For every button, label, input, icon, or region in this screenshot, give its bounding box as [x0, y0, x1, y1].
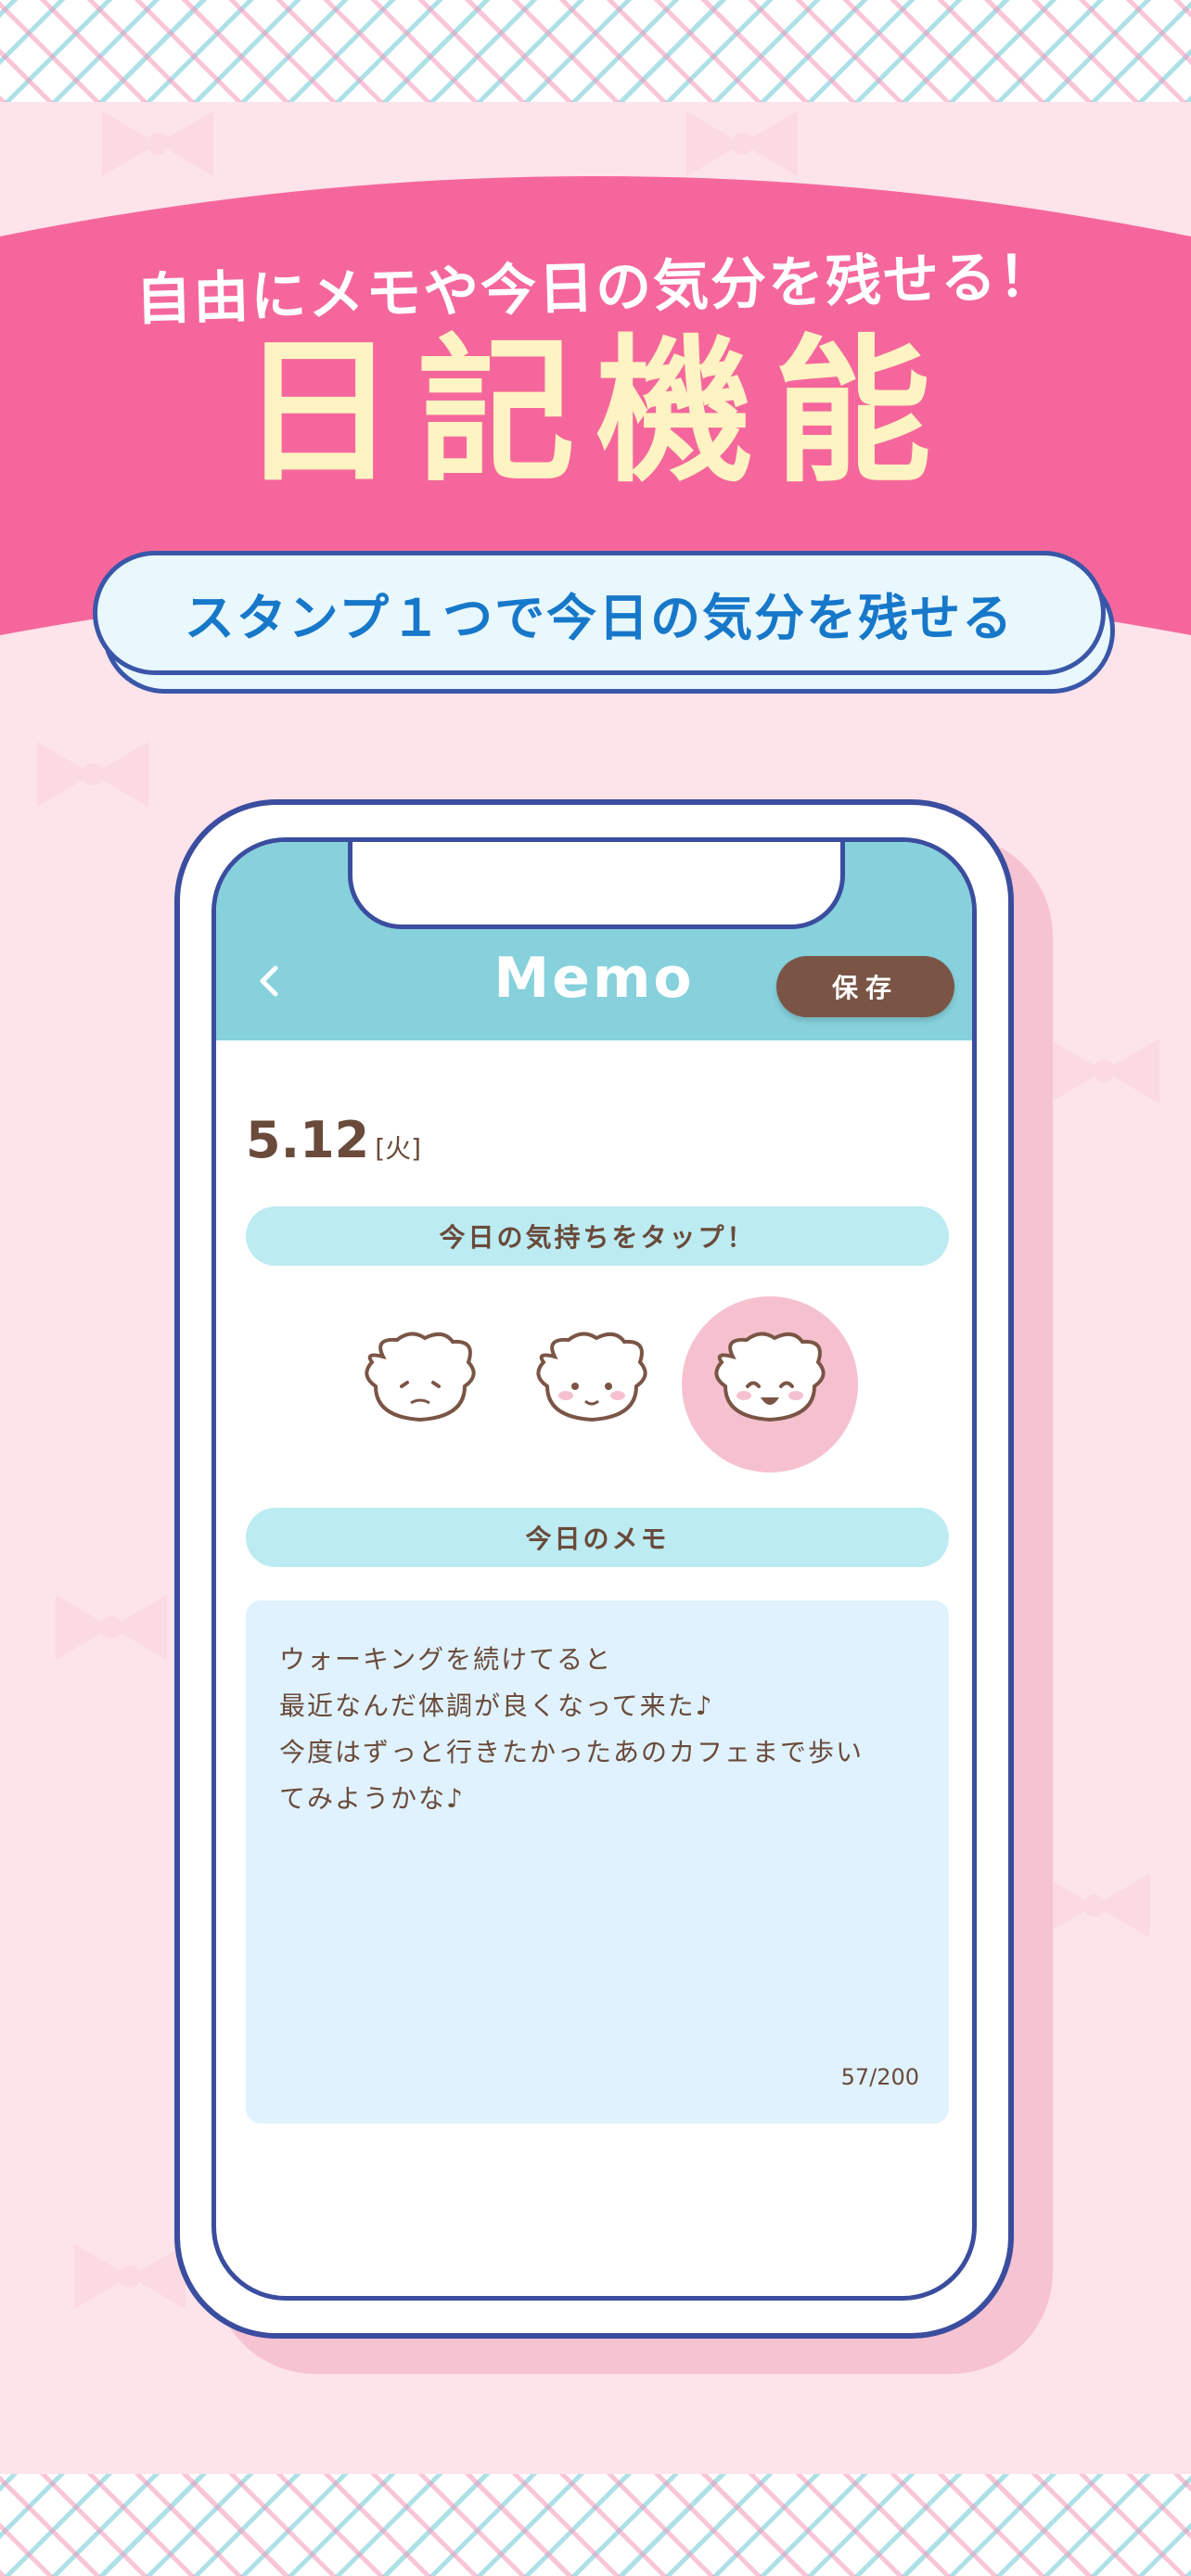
entry-date: 5.12 [火]	[246, 1111, 421, 1169]
happy-dog-icon	[714, 1332, 826, 1422]
memo-line: 最近なんだ体調が良くなって来た♪	[279, 1690, 714, 1721]
plaid-border-bottom	[0, 2474, 1191, 2576]
mood-section-label: 今日の気持ちをタップ！	[246, 1206, 949, 1266]
memo-section-label: 今日のメモ	[246, 1508, 949, 1567]
mood-selector	[216, 1296, 972, 1482]
app-header: Memo 保存	[216, 842, 972, 1040]
character-counter: 57/200	[840, 2064, 919, 2090]
feature-pill-text: スタンプ１つで今日の気分を残せる	[184, 588, 1015, 647]
memo-line: 今度はずっと行きたかったあのカフェまで歩い	[279, 1737, 864, 1767]
feature-pill: スタンプ１つで今日の気分を残せる	[93, 551, 1106, 675]
neutral-dog-icon	[536, 1332, 647, 1422]
bow-icon	[56, 1595, 167, 1660]
date-day: 5.12	[246, 1111, 370, 1169]
phone-screen: Memo 保存 5.12 [火] 今日の気持ちをタップ！ 今日のメモ ウォーキン…	[211, 837, 977, 2301]
mood-option-happy[interactable]	[682, 1296, 858, 1473]
date-weekday: [火]	[375, 1133, 422, 1164]
memo-textarea[interactable]: ウォーキングを続けてると 最近なんだ体調が良くなって来た♪ 今度はずっと行きたか…	[246, 1600, 949, 2123]
mood-option-neutral[interactable]	[504, 1296, 680, 1473]
plaid-border-top	[0, 0, 1191, 102]
save-button[interactable]: 保存	[776, 956, 954, 1017]
sad-dog-icon	[365, 1332, 476, 1422]
bow-icon	[37, 742, 148, 807]
phone-notch	[348, 842, 845, 929]
banner-title: 日記機能	[238, 321, 952, 504]
memo-line: てみようかな♪	[279, 1783, 465, 1814]
memo-line: ウォーキングを続けてると	[279, 1644, 613, 1675]
mood-option-sad[interactable]	[332, 1296, 508, 1473]
